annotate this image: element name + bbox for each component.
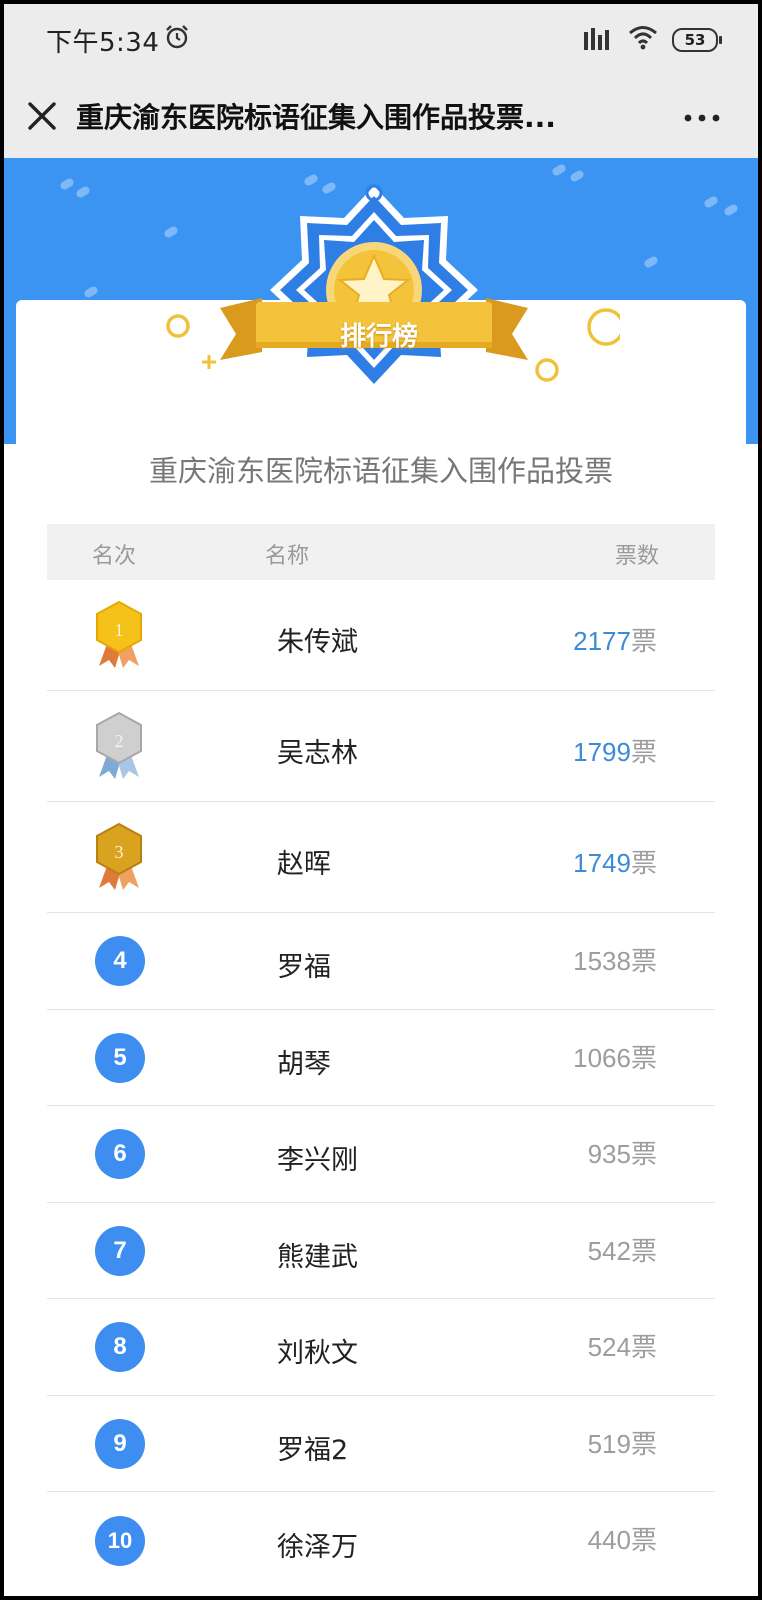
- battery-icon: 53: [672, 28, 722, 52]
- row-name: 徐泽万: [277, 1532, 358, 1563]
- page-title: 重庆渝东医院标语征集入围作品投票...: [76, 101, 556, 134]
- rank-number: 8: [95, 1322, 145, 1372]
- row-name: 罗福2: [277, 1435, 349, 1466]
- status-bar: 下午5:34 53: [4, 4, 758, 74]
- rank-number: 6: [95, 1129, 145, 1179]
- rank-number: 9: [95, 1419, 145, 1469]
- table-row[interactable]: 6 李兴刚 935票: [47, 1106, 715, 1203]
- header-name: 名称: [265, 544, 310, 569]
- phone-screen: 下午5:34 53 重庆渝东医院标语征集入围作品投票... 排行榜 重庆渝东医院…: [4, 4, 758, 1596]
- row-votes: 519票: [587, 1429, 657, 1459]
- gold-medal-icon: 1: [96, 600, 142, 668]
- signal-icon: [584, 28, 609, 50]
- header-rank: 名次: [92, 544, 137, 569]
- ranking-badge: [166, 184, 620, 394]
- rank-number: 4: [95, 936, 145, 986]
- table-row[interactable]: 7 熊建武 542票: [47, 1203, 715, 1299]
- badge-label: 排行榜: [339, 322, 418, 352]
- rank-number: 10: [95, 1516, 145, 1566]
- close-icon[interactable]: [24, 98, 60, 134]
- row-name: 刘秋文: [277, 1338, 358, 1369]
- table-header: 名次 名称 票数: [47, 524, 715, 580]
- table-row[interactable]: 5 胡琴 1066票: [47, 1010, 715, 1106]
- row-votes: 935票: [587, 1139, 657, 1169]
- rank-number: 7: [95, 1226, 145, 1276]
- table-row[interactable]: 4 罗福 1538票: [47, 913, 715, 1010]
- row-votes: 440票: [587, 1525, 657, 1555]
- table-row[interactable]: 10 徐泽万 440票: [47, 1492, 715, 1596]
- more-icon[interactable]: [680, 100, 724, 136]
- row-votes: 1799票: [573, 737, 657, 767]
- table-row[interactable]: 9 罗福2 519票: [47, 1396, 715, 1492]
- row-name: 吴志林: [277, 738, 358, 769]
- table-row[interactable]: 3 赵晖 1749票: [47, 802, 715, 913]
- row-name: 赵晖: [277, 849, 331, 880]
- table-row[interactable]: 1 朱传斌 2177票: [47, 580, 715, 691]
- row-votes: 524票: [587, 1332, 657, 1362]
- status-time: 下午5:34: [46, 28, 160, 58]
- row-name: 熊建武: [277, 1242, 358, 1273]
- medal-rank-text: 1: [115, 620, 124, 640]
- page-subtitle: 重庆渝东医院标语征集入围作品投票: [148, 454, 613, 488]
- row-votes: 1066票: [573, 1043, 657, 1073]
- row-name: 朱传斌: [277, 627, 358, 658]
- row-name: 罗福: [277, 952, 331, 983]
- row-votes: 1749票: [573, 848, 657, 878]
- table-row[interactable]: 2 吴志林 1799票: [47, 691, 715, 802]
- rank-number: 5: [95, 1033, 145, 1083]
- row-votes: 2177票: [573, 626, 657, 656]
- row-name: 李兴刚: [277, 1145, 358, 1176]
- medal-rank-text: 2: [115, 731, 124, 751]
- silver-medal-icon: 2: [96, 711, 142, 779]
- title-bar: 重庆渝东医院标语征集入围作品投票...: [4, 74, 758, 158]
- header-votes: 票数: [614, 544, 659, 569]
- wifi-icon: [629, 26, 657, 50]
- row-votes: 1538票: [573, 946, 657, 976]
- row-votes: 542票: [587, 1236, 657, 1266]
- table-row[interactable]: 8 刘秋文 524票: [47, 1299, 715, 1396]
- row-name: 胡琴: [277, 1049, 331, 1080]
- alarm-icon: [166, 25, 188, 49]
- medal-rank-text: 3: [115, 842, 124, 862]
- bronze-medal-icon: 3: [96, 822, 142, 890]
